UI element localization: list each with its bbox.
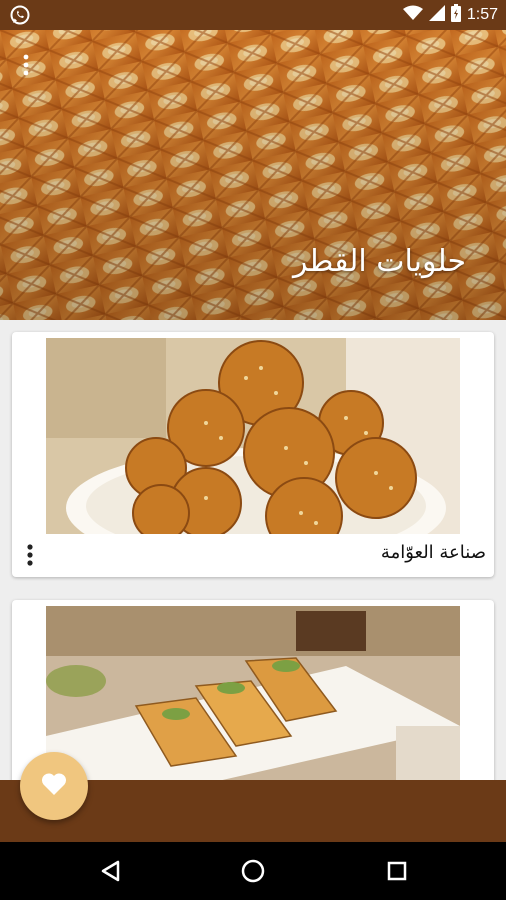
- recipe-image: [46, 338, 460, 534]
- whatsapp-icon: [10, 5, 30, 25]
- page-title: حلويات القطر: [292, 244, 466, 279]
- system-nav-bar: [0, 842, 506, 900]
- wifi-icon: [402, 5, 423, 25]
- recipe-title: صناعة العوّامة: [380, 542, 486, 563]
- signal-icon: [428, 5, 445, 25]
- recipe-card[interactable]: صناعة العوّامة: [12, 332, 494, 577]
- heart-icon: [41, 772, 67, 800]
- favorites-fab[interactable]: [20, 752, 88, 820]
- status-bar: 1:57: [0, 0, 506, 30]
- recipe-image: [46, 606, 460, 786]
- battery-icon: [450, 4, 461, 26]
- back-icon[interactable]: [96, 856, 126, 886]
- more-vert-icon[interactable]: [26, 542, 34, 568]
- more-vert-icon[interactable]: [20, 52, 32, 78]
- home-icon[interactable]: [238, 856, 268, 886]
- status-time: 1:57: [466, 6, 498, 23]
- header-image: حلويات القطر: [0, 30, 506, 320]
- recents-icon[interactable]: [382, 856, 412, 886]
